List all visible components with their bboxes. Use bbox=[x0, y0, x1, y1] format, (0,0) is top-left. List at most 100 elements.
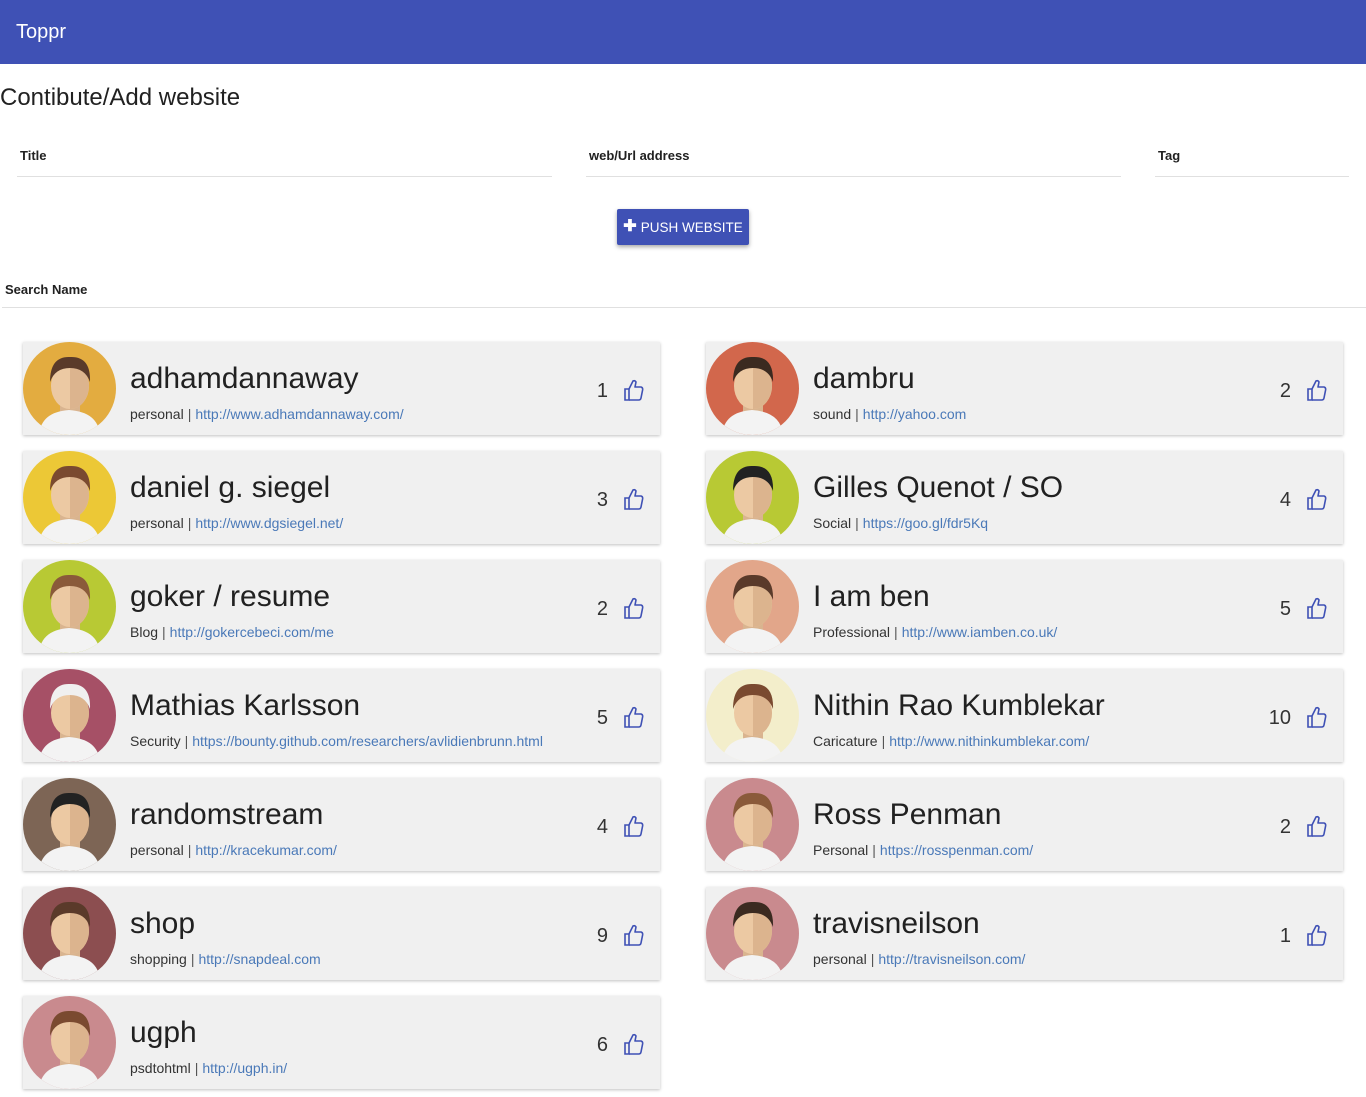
site-link[interactable]: http://www.dgsiegel.net/ bbox=[195, 515, 343, 531]
site-name: Mathias Karlsson bbox=[130, 689, 361, 722]
thumbs-up-icon[interactable] bbox=[624, 1033, 644, 1055]
site-meta: personal | http://travisneilson.com/ bbox=[813, 951, 1026, 967]
like-count: 3 bbox=[596, 489, 608, 511]
thumbs-up-icon[interactable] bbox=[1307, 379, 1327, 401]
thumbs-up-icon[interactable] bbox=[1307, 706, 1327, 728]
avatar bbox=[23, 996, 116, 1089]
app-bar: Toppr bbox=[0, 0, 1366, 64]
avatar bbox=[706, 560, 799, 653]
thumbs-up-icon[interactable] bbox=[624, 706, 644, 728]
site-tag: Security bbox=[130, 733, 181, 749]
thumbs-up-icon[interactable] bbox=[624, 815, 644, 837]
site-link[interactable]: http://www.adhamdannaway.com/ bbox=[195, 406, 403, 422]
avatar bbox=[706, 669, 799, 762]
like-count: 2 bbox=[1279, 380, 1291, 402]
site-meta: personal | http://kracekumar.com/ bbox=[130, 842, 337, 858]
site-name: ugph bbox=[130, 1016, 197, 1049]
site-card: Ross Penman Personal | https://rosspenman.… bbox=[706, 778, 1343, 871]
site-meta: Social | https://goo.gl/fdr5Kq bbox=[813, 515, 989, 531]
avatar bbox=[706, 887, 799, 980]
thumbs-up-icon[interactable] bbox=[624, 488, 644, 510]
site-link[interactable]: http://gokercebeci.com/me bbox=[170, 624, 334, 640]
title-input[interactable] bbox=[17, 148, 552, 163]
site-card: Nithin Rao Kumblekar Caricature | http://w… bbox=[706, 669, 1343, 762]
tag-field bbox=[1155, 148, 1349, 177]
site-link[interactable]: http://snapdeal.com bbox=[198, 951, 320, 967]
site-tag: personal bbox=[130, 515, 184, 531]
like-count: 2 bbox=[596, 598, 608, 620]
avatar bbox=[23, 560, 116, 653]
title-field bbox=[17, 148, 552, 177]
thumbs-up-icon[interactable] bbox=[1307, 924, 1327, 946]
site-link[interactable]: http://kracekumar.com/ bbox=[195, 842, 337, 858]
site-tag: Professional bbox=[813, 624, 891, 640]
site-tag: personal bbox=[130, 406, 184, 422]
site-meta: psdtohtml | http://ugph.in/ bbox=[130, 1060, 288, 1076]
site-name: Gilles Quenot / SO bbox=[813, 471, 1064, 504]
site-name: dambru bbox=[813, 362, 915, 395]
thumbs-up-icon[interactable] bbox=[1307, 597, 1327, 619]
site-name: Nithin Rao Kumblekar bbox=[813, 689, 1105, 722]
avatar bbox=[23, 887, 116, 980]
site-name: shop bbox=[130, 907, 196, 940]
site-tag: Social bbox=[813, 515, 852, 531]
site-tag: psdtohtml bbox=[130, 1060, 191, 1076]
url-input[interactable] bbox=[586, 148, 1121, 163]
site-link[interactable]: http://ugph.in/ bbox=[202, 1060, 287, 1076]
site-card: travisneilson personal | http://travisneil… bbox=[706, 887, 1343, 980]
site-name: adhamdannaway bbox=[130, 362, 359, 395]
site-meta: Blog | http://gokercebeci.com/me bbox=[130, 624, 334, 640]
thumbs-up-icon[interactable] bbox=[624, 379, 644, 401]
site-card: ugph psdtohtml | http://ugph.in/ 6 bbox=[23, 996, 660, 1089]
like-count: 5 bbox=[1279, 598, 1291, 620]
avatar bbox=[706, 451, 799, 544]
site-link[interactable]: https://rosspenman.com/ bbox=[880, 842, 1033, 858]
site-link[interactable]: http://www.nithinkumblekar.com/ bbox=[889, 733, 1089, 749]
site-meta: personal | http://www.dgsiegel.net/ bbox=[130, 515, 344, 531]
site-card: Mathias Karlsson Security | https://bounty… bbox=[23, 669, 660, 762]
site-name: travisneilson bbox=[813, 907, 980, 940]
search-input[interactable] bbox=[2, 279, 1366, 300]
site-link[interactable]: http://travisneilson.com/ bbox=[878, 951, 1025, 967]
site-name: Ross Penman bbox=[813, 798, 1002, 831]
like-count: 4 bbox=[1279, 489, 1291, 511]
site-card: randomstream personal | http://kracekumar.… bbox=[23, 778, 660, 871]
thumbs-up-icon[interactable] bbox=[624, 924, 644, 946]
plus-icon: ✚ bbox=[623, 218, 637, 235]
thumbs-up-icon[interactable] bbox=[1307, 488, 1327, 510]
like-count: 6 bbox=[596, 1034, 608, 1056]
site-meta: Professional | http://www.iamben.co.uk/ bbox=[813, 624, 1058, 640]
site-meta: Security | https://bounty.github.com/resea… bbox=[130, 733, 543, 749]
site-link[interactable]: http://yahoo.com bbox=[863, 406, 967, 422]
avatar bbox=[706, 778, 799, 871]
push-website-button[interactable]: ✚ PUSH WEBSITE bbox=[617, 209, 749, 245]
site-tag: sound bbox=[813, 406, 852, 422]
site-meta: Personal | https://rosspenman.com/ bbox=[813, 842, 1034, 858]
like-count: 2 bbox=[1279, 816, 1291, 838]
site-card: dambru sound | http://yahoo.com 2 bbox=[706, 342, 1343, 435]
push-website-label: PUSH WEBSITE bbox=[640, 219, 743, 235]
site-name: goker / resume bbox=[130, 580, 331, 613]
like-count: 9 bbox=[596, 925, 608, 947]
site-link[interactable]: https://goo.gl/fdr5Kq bbox=[863, 515, 988, 531]
avatar bbox=[23, 778, 116, 871]
site-link[interactable]: https://bounty.github.com/researchers/av… bbox=[192, 733, 543, 749]
site-card: I am ben Professional | http://www.iamben.… bbox=[706, 560, 1343, 653]
site-tag: Personal bbox=[813, 842, 869, 858]
site-card: shop shopping | http://snapdeal.com 9 bbox=[23, 887, 660, 980]
tag-input[interactable] bbox=[1155, 148, 1349, 163]
site-card: adhamdannaway personal | http://www.adhamd… bbox=[23, 342, 660, 435]
thumbs-up-icon[interactable] bbox=[1307, 815, 1327, 837]
avatar bbox=[23, 669, 116, 762]
site-link[interactable]: http://www.iamben.co.uk/ bbox=[902, 624, 1058, 640]
url-field bbox=[586, 148, 1121, 177]
like-count: 1 bbox=[596, 380, 608, 402]
thumbs-up-icon[interactable] bbox=[624, 597, 644, 619]
avatar bbox=[23, 451, 116, 544]
form-heading: Contibute/Add website bbox=[0, 84, 241, 111]
site-name: randomstream bbox=[130, 798, 324, 831]
like-count: 10 bbox=[1268, 707, 1291, 729]
site-card: daniel g. siegel personal | http://www.dgs… bbox=[23, 451, 660, 544]
site-tag: shopping bbox=[130, 951, 187, 967]
site-meta: sound | http://yahoo.com bbox=[813, 406, 967, 422]
